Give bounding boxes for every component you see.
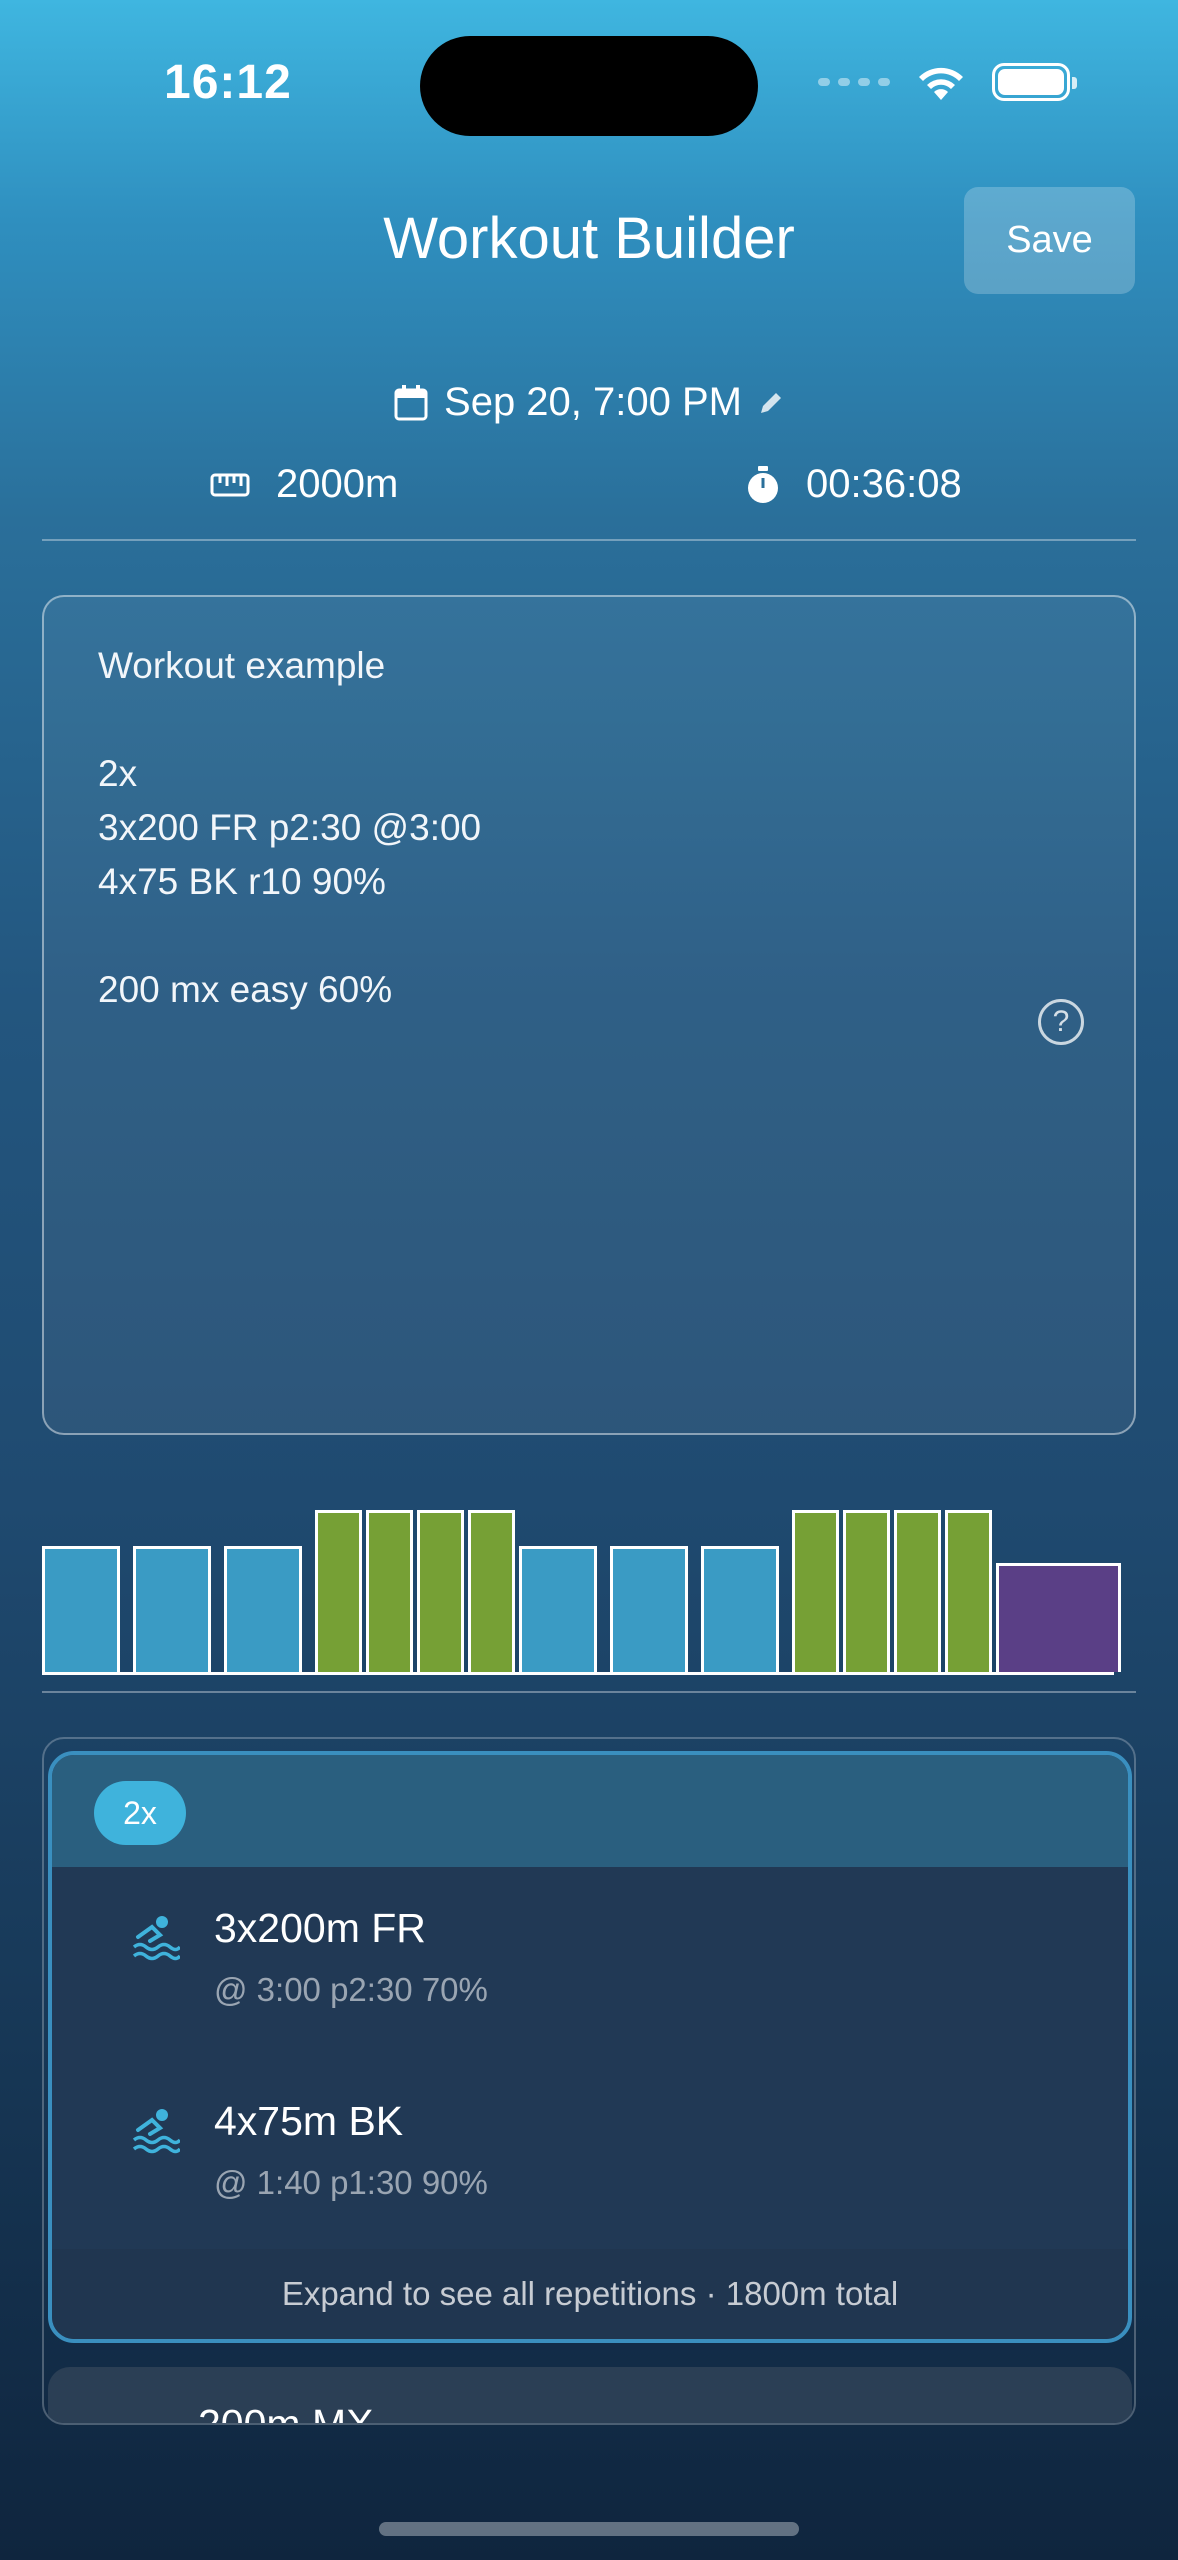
chart-bar-fr: [610, 1546, 688, 1672]
dynamic-island: [420, 36, 758, 136]
calendar-icon: [394, 384, 428, 420]
chart-baseline: [42, 1672, 1114, 1675]
chart-bar-fr: [133, 1546, 211, 1672]
expand-repetitions-link[interactable]: Expand to see all repetitions · 1800m to…: [52, 2249, 1128, 2339]
editor-line: 3x200 FR p2:30 @3:00: [98, 807, 482, 848]
repeat-badge: 2x: [94, 1781, 186, 1845]
chart-bar-fr: [224, 1546, 302, 1672]
battery-icon: [992, 63, 1077, 101]
workout-date: Sep 20, 7:00 PM: [444, 380, 742, 424]
header-divider: [42, 539, 1136, 541]
save-button[interactable]: Save: [964, 187, 1135, 294]
set-item-title: 200m MX: [198, 2401, 374, 2425]
chart-bar-bk: [945, 1510, 992, 1672]
chart-bar-fr: [519, 1546, 597, 1672]
pencil-icon[interactable]: [758, 390, 784, 416]
workout-sets-list[interactable]: 2x 3x200m FR @ 3:00 p2:30 70% 4x75m BK @…: [42, 1737, 1136, 2425]
chart-bar-mx: [996, 1563, 1121, 1672]
chart-bar-bk: [894, 1510, 941, 1672]
set-item-title: 4x75m BK: [214, 2098, 404, 2144]
repeat-set-card[interactable]: 2x 3x200m FR @ 3:00 p2:30 70% 4x75m BK @…: [48, 1751, 1132, 2343]
chart-bar-fr: [42, 1546, 120, 1672]
swimmer-icon: [132, 1916, 180, 1961]
help-icon[interactable]: ?: [1038, 999, 1084, 1045]
set-header: 2x: [52, 1755, 1128, 1867]
chart-bar-bk: [843, 1510, 890, 1672]
set-item-title: 3x200m FR: [214, 1905, 426, 1951]
status-indicators: [818, 62, 1077, 102]
stopwatch-icon: [748, 465, 778, 503]
chart-bar-bk: [468, 1510, 515, 1672]
chart-bar-bk: [792, 1510, 839, 1672]
cellular-signal-icon: [818, 78, 890, 86]
set-item-detail: @ 3:00 p2:30 70%: [214, 1971, 488, 2008]
chart-bar-bk: [315, 1510, 362, 1672]
editor-line: 200 mx easy 60%: [98, 969, 393, 1010]
home-indicator[interactable]: [379, 2522, 799, 2536]
set-card[interactable]: 200m MX: [48, 2367, 1132, 2425]
date-selector[interactable]: Sep 20, 7:00 PM: [0, 380, 1178, 425]
distance-stat: 2000m: [210, 462, 398, 507]
status-time: 16:12: [164, 56, 292, 109]
total-duration: 00:36:08: [806, 462, 962, 506]
wifi-icon: [919, 67, 963, 100]
editor-content[interactable]: Workout example 2x 3x200 FR p2:30 @3:00 …: [98, 639, 481, 1017]
swimmer-icon: [132, 2109, 180, 2154]
chart-bar-bk: [417, 1510, 464, 1672]
workout-intensity-chart: [42, 1500, 1136, 1675]
ruler-icon: [210, 473, 250, 496]
total-distance: 2000m: [276, 462, 399, 506]
chart-bar-fr: [701, 1546, 779, 1672]
editor-line: Workout example: [98, 645, 386, 686]
workout-text-editor[interactable]: Workout example 2x 3x200 FR p2:30 @3:00 …: [42, 595, 1136, 1435]
duration-stat: 00:36:08: [746, 462, 962, 507]
editor-line: 4x75 BK r10 90%: [98, 861, 386, 902]
chart-divider: [42, 1691, 1136, 1693]
set-item-detail: @ 1:40 p1:30 90%: [214, 2164, 488, 2201]
chart-bar-bk: [366, 1510, 413, 1672]
editor-line: 2x: [98, 753, 138, 794]
